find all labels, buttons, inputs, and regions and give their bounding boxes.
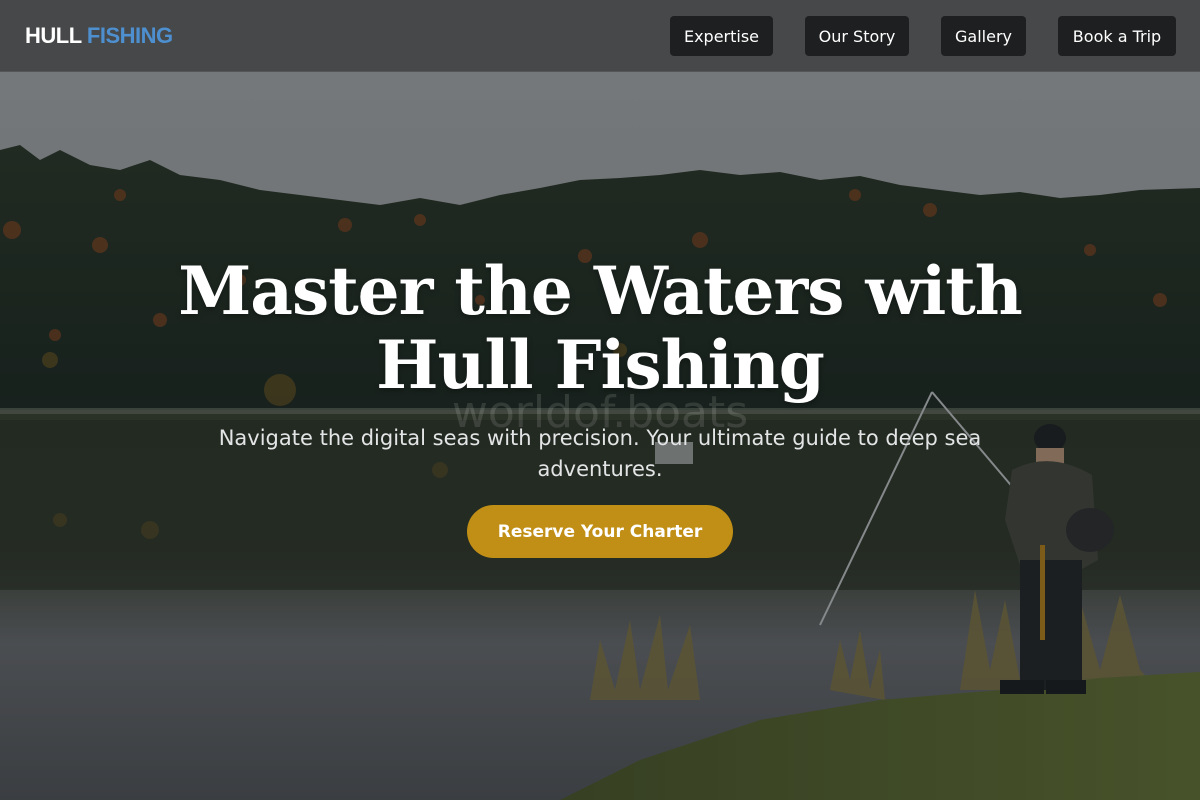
nav-button-book-a-trip[interactable]: Book a Trip — [1058, 16, 1176, 56]
hero-subtitle-line-1: Navigate the digital seas with precision… — [218, 426, 982, 450]
landing-page: HULL FISHING Expertise Our Story Gallery… — [0, 0, 1200, 800]
hero-subtitle-line-2: adventures. — [537, 457, 663, 481]
hero-title: Master the Waters with Hull Fishing — [150, 254, 1050, 402]
nav-button-gallery[interactable]: Gallery — [941, 16, 1026, 56]
nav-button-our-story[interactable]: Our Story — [805, 16, 909, 56]
logo-primary-text: HULL — [25, 23, 82, 48]
hero-title-line-1: Master the Waters with — [178, 252, 1023, 330]
site-header: HULL FISHING Expertise Our Story Gallery… — [0, 0, 1200, 72]
hero-title-line-2: Hull Fishing — [376, 326, 825, 404]
hero-subtitle: Navigate the digital seas with precision… — [180, 423, 1020, 485]
nav-button-expertise[interactable]: Expertise — [670, 16, 773, 56]
reserve-charter-button[interactable]: Reserve Your Charter — [467, 505, 733, 558]
site-logo[interactable]: HULL FISHING — [25, 22, 173, 50]
logo-accent-text: FISHING — [86, 23, 173, 48]
